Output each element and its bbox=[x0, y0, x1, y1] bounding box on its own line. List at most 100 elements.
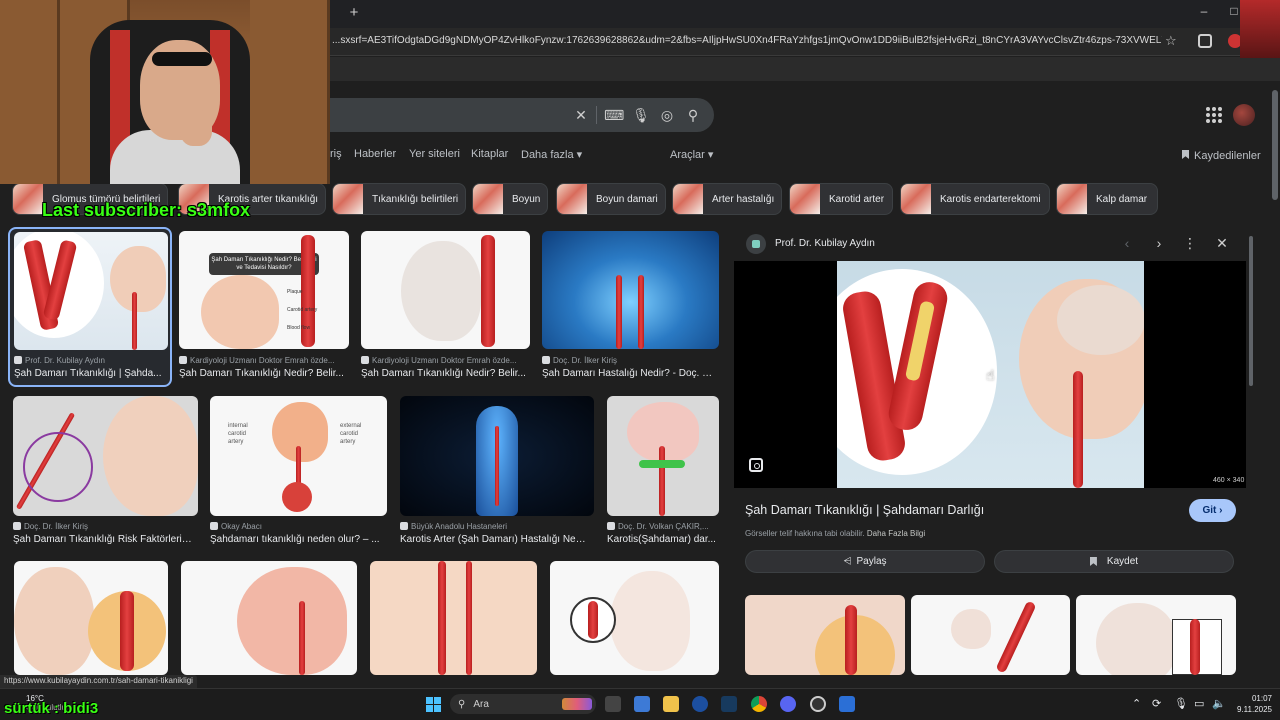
result-tile-2[interactable]: Kardiyoloji Uzmanı Doktor Emrah özde... … bbox=[361, 231, 530, 381]
lens-search-icon[interactable] bbox=[749, 458, 763, 472]
saved-link[interactable]: Kaydedilenler bbox=[1182, 150, 1261, 162]
chip-6[interactable]: Karotid arter bbox=[789, 183, 893, 215]
result-tile-9[interactable] bbox=[181, 561, 357, 675]
calculator-icon[interactable] bbox=[634, 696, 650, 712]
save-button[interactable]: Kaydet bbox=[994, 550, 1234, 573]
app-icon[interactable] bbox=[839, 696, 855, 712]
chip-thumbnail bbox=[333, 184, 363, 214]
task-view-icon[interactable] bbox=[605, 696, 621, 712]
result-image[interactable]: Şah Damarı Tıkanıklığı Nedir? Belirtiler… bbox=[179, 231, 349, 349]
display-icon[interactable]: ▭ bbox=[1194, 697, 1204, 710]
chip-label: Arter hastalığı bbox=[712, 193, 775, 205]
tab-places[interactable]: Yer siteleri bbox=[409, 148, 460, 160]
google-apps-icon[interactable] bbox=[1206, 107, 1222, 123]
network-icon[interactable]: ⟳ bbox=[1152, 697, 1161, 710]
result-title[interactable]: Şah Damarı Tıkanıklığı | Şahda... bbox=[14, 368, 164, 379]
tab-books[interactable]: Kitaplar bbox=[471, 148, 508, 160]
extensions-icon[interactable] bbox=[1198, 34, 1212, 48]
tray-overflow-icon[interactable]: ⌃ bbox=[1132, 697, 1141, 710]
result-tile-6[interactable]: Büyük Anadolu Hastaneleri Karotis Arter … bbox=[400, 396, 594, 546]
keyboard-icon[interactable]: ⌨ bbox=[604, 106, 624, 124]
taskbar-search[interactable]: ⚲ Ara bbox=[450, 694, 596, 714]
result-tile-3[interactable]: Doç. Dr. İlker Kiriş Şah Damarı Hastalığ… bbox=[542, 231, 719, 381]
chip-5[interactable]: Arter hastalığı bbox=[672, 183, 782, 215]
steam-icon[interactable] bbox=[721, 696, 737, 712]
close-icon[interactable]: ✕ bbox=[1214, 236, 1230, 250]
result-title[interactable]: Karotis Arter (Şah Damarı) Hastalığı Ned… bbox=[400, 534, 590, 545]
url-text[interactable]: ...sxsrf=AE3TifOdgtaDGd9gNDMyOP4ZvHlkoFy… bbox=[332, 35, 1162, 46]
brain-illustration bbox=[1057, 285, 1144, 355]
result-title[interactable]: Şah Damarı Tıkanıklığı Nedir? Belir... bbox=[179, 368, 344, 379]
more-info-link[interactable]: Daha Fazla Bilgi bbox=[867, 529, 925, 538]
result-image[interactable] bbox=[542, 231, 719, 349]
obs-icon[interactable] bbox=[810, 696, 826, 712]
search-icon[interactable]: ⚲ bbox=[684, 106, 702, 124]
panel-source[interactable]: Prof. Dr. Kubilay Aydın bbox=[775, 238, 875, 249]
previous-icon[interactable]: ‹ bbox=[1119, 236, 1135, 250]
page-scrollbar[interactable] bbox=[1272, 90, 1278, 200]
result-tile-1[interactable]: Şah Damarı Tıkanıklığı Nedir? Belirtiler… bbox=[179, 231, 349, 381]
result-image[interactable] bbox=[361, 231, 530, 349]
result-image[interactable] bbox=[14, 561, 168, 675]
result-image[interactable] bbox=[14, 232, 168, 350]
result-tile-11[interactable] bbox=[550, 561, 719, 675]
result-tile-0[interactable]: Prof. Dr. Kubilay Aydın Şah Damarı Tıkan… bbox=[14, 232, 168, 382]
result-image[interactable]: internal carotid artery external carotid… bbox=[210, 396, 387, 516]
chip-8[interactable]: Kalp damar bbox=[1056, 183, 1158, 215]
related-image-1[interactable] bbox=[911, 595, 1070, 675]
more-options-icon[interactable]: ⋮ bbox=[1182, 236, 1198, 250]
visit-button[interactable]: Git › bbox=[1189, 499, 1236, 522]
file-explorer-icon[interactable] bbox=[663, 696, 679, 712]
next-icon[interactable]: › bbox=[1151, 236, 1167, 250]
result-tile-8[interactable] bbox=[14, 561, 168, 675]
volume-icon[interactable]: 🔈 bbox=[1212, 697, 1226, 710]
system-clock[interactable]: 01:07 9.11.2025 bbox=[1232, 693, 1272, 715]
result-tile-4[interactable]: Doç. Dr. İlker Kiriş Şah Damarı Tıkanıkl… bbox=[13, 396, 198, 546]
lens-camera-icon[interactable]: ◎ bbox=[658, 106, 676, 124]
chrome-icon[interactable] bbox=[751, 696, 767, 712]
panel-scrollbar[interactable] bbox=[1249, 236, 1253, 386]
tab-more[interactable]: Daha fazla ▾ bbox=[521, 148, 582, 161]
result-image[interactable] bbox=[400, 396, 594, 516]
minimize-icon[interactable]: – bbox=[1194, 4, 1214, 18]
result-image[interactable] bbox=[550, 561, 719, 675]
share-button[interactable]: ⩤ Paylaş bbox=[745, 550, 985, 573]
panel-title[interactable]: Şah Damarı Tıkanıklığı | Şahdamarı Darlı… bbox=[745, 503, 984, 517]
microphone-icon[interactable]: 🎙 bbox=[1174, 697, 1188, 710]
result-image[interactable] bbox=[607, 396, 719, 516]
result-tile-5[interactable]: internal carotid artery external carotid… bbox=[210, 396, 387, 546]
bookmark-star-icon[interactable]: ☆ bbox=[1165, 33, 1177, 49]
related-image-2[interactable] bbox=[1076, 595, 1236, 675]
tab-images[interactable]: riş bbox=[330, 148, 342, 160]
corner-thumbnail bbox=[1240, 0, 1280, 58]
account-avatar[interactable] bbox=[1233, 104, 1255, 126]
chip-3[interactable]: Boyun bbox=[472, 183, 548, 215]
chip-label: Kalp damar bbox=[1096, 193, 1148, 205]
result-title[interactable]: Şahdamarı tıkanıklığı neden olur? – ... bbox=[210, 534, 385, 545]
tab-news[interactable]: Haberler bbox=[354, 148, 396, 160]
app-icon[interactable] bbox=[692, 696, 708, 712]
new-tab-button[interactable]: + bbox=[346, 5, 362, 21]
result-image[interactable] bbox=[181, 561, 357, 675]
tab-tools[interactable]: Araçlar ▾ bbox=[670, 148, 713, 161]
clear-icon[interactable]: ✕ bbox=[572, 106, 590, 124]
head-illustration bbox=[237, 567, 347, 675]
windows-start-icon[interactable] bbox=[426, 697, 441, 712]
chip-7[interactable]: Karotis endarterektomi bbox=[900, 183, 1050, 215]
microphone-icon[interactable]: 🎙 bbox=[632, 106, 650, 124]
result-title[interactable]: Şah Damarı Tıkanıklığı Risk Faktörleri -… bbox=[13, 534, 193, 545]
discord-icon[interactable] bbox=[780, 696, 796, 712]
result-image[interactable] bbox=[370, 561, 537, 675]
chip-2[interactable]: Tıkanıklığı belirtileri bbox=[332, 183, 466, 215]
result-source: Okay Abacı bbox=[210, 522, 385, 531]
result-title[interactable]: Karotis(Şahdamar) dar... bbox=[607, 534, 719, 545]
search-input[interactable]: ✕ ⌨ 🎙 ◎ ⚲ bbox=[318, 98, 714, 132]
result-title[interactable]: Şah Damarı Hastalığı Nedir? - Doç. D... bbox=[542, 368, 717, 379]
result-image[interactable] bbox=[13, 396, 198, 516]
chip-4[interactable]: Boyun damari bbox=[556, 183, 666, 215]
result-tile-10[interactable] bbox=[370, 561, 537, 675]
related-image-0[interactable] bbox=[745, 595, 905, 675]
result-tile-7[interactable]: Doç. Dr. Volkan ÇAKIR,... Karotis(Şahdam… bbox=[607, 396, 719, 546]
result-source: Doç. Dr. Volkan ÇAKIR,... bbox=[607, 522, 719, 531]
result-title[interactable]: Şah Damarı Tıkanıklığı Nedir? Belir... bbox=[361, 368, 526, 379]
